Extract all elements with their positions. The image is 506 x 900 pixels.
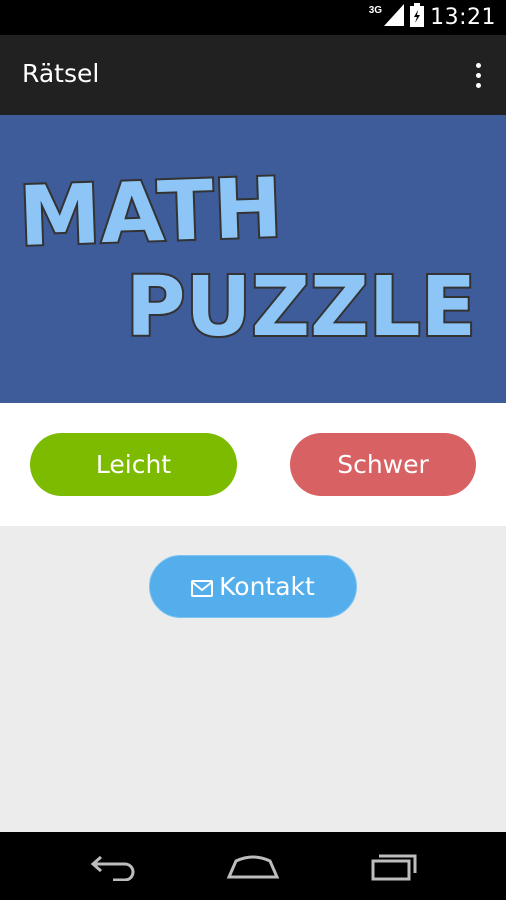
logo-line-1: MATH: [17, 161, 283, 265]
contact-button-label: Kontakt: [219, 572, 315, 601]
logo-line-2: PUZZLE: [126, 260, 476, 355]
navigation-bar: [0, 832, 506, 900]
network-type-label: 3G: [368, 5, 383, 16]
status-icons: 3G 13:21: [369, 0, 496, 35]
contact-button[interactable]: Kontakt: [149, 555, 357, 618]
hard-button-label: Schwer: [337, 450, 429, 479]
envelope-icon: [191, 574, 214, 603]
app-title: Rätsel: [22, 59, 100, 88]
difficulty-panel: Leicht Schwer: [0, 403, 506, 526]
recent-apps-icon[interactable]: [344, 832, 444, 900]
action-bar: Rätsel: [0, 35, 506, 115]
home-icon[interactable]: [203, 832, 303, 900]
status-bar: 3G 13:21: [0, 0, 506, 35]
easy-button-label: Leicht: [95, 450, 172, 479]
banner: MATH PUZZLE: [0, 115, 506, 403]
clock: 13:21: [430, 5, 496, 30]
back-icon[interactable]: [62, 832, 162, 900]
hard-button[interactable]: Schwer: [290, 433, 476, 496]
signal-icon: [384, 4, 405, 31]
overflow-menu-icon[interactable]: [468, 55, 488, 95]
math-puzzle-logo: MATH PUZZLE: [15, 159, 478, 357]
contact-panel: Kontakt: [0, 526, 506, 832]
battery-icon: [410, 3, 425, 32]
easy-button[interactable]: Leicht: [30, 433, 237, 496]
